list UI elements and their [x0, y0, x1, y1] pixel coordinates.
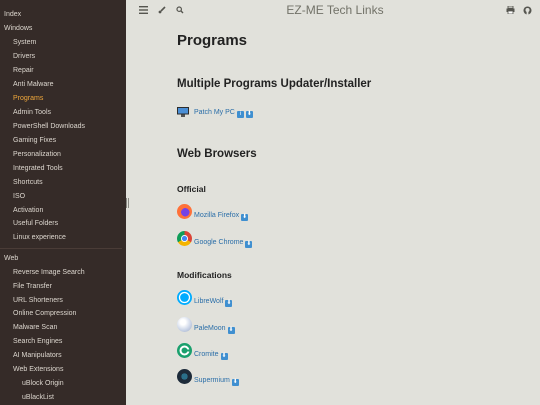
- sidebar-item-powershell-downloads[interactable]: PowerShell Downloads: [0, 121, 126, 133]
- sidebar-item-iso[interactable]: ISO: [0, 191, 126, 203]
- menu-icon[interactable]: [137, 4, 149, 16]
- sidebar: Index Windows System Drivers Repair Anti…: [0, 0, 126, 405]
- sidebar-item-integrated-tools[interactable]: Integrated Tools: [0, 163, 126, 175]
- sidebar-item-ai-manipulators[interactable]: AI Manipulators: [0, 350, 126, 362]
- sidebar-item-web[interactable]: Web: [0, 253, 126, 265]
- sidebar-divider: [0, 248, 122, 249]
- info-button[interactable]: i: [236, 111, 244, 118]
- sidebar-item-malware-scan[interactable]: Malware Scan: [0, 322, 126, 334]
- subheading-official: Official: [177, 184, 206, 194]
- sidebar-item-anti-malware[interactable]: Anti Malware: [0, 79, 126, 91]
- firefox-icon: [177, 204, 192, 219]
- sidebar-item-activation[interactable]: Activation: [0, 205, 126, 217]
- chrome-icon: [177, 231, 192, 246]
- download-button[interactable]: ⬇: [245, 111, 253, 118]
- sidebar-item-system[interactable]: System: [0, 37, 126, 49]
- section-heading-updater: Multiple Programs Updater/Installer: [177, 78, 372, 90]
- section-heading-web-browsers: Web Browsers: [177, 148, 257, 160]
- program-link[interactable]: Google Chrome ⬇: [194, 239, 253, 248]
- sidebar-item-ublacklist[interactable]: uBlackList: [0, 392, 126, 404]
- program-link[interactable]: PaleMoon ⬇: [194, 325, 235, 334]
- download-button[interactable]: ⬇: [220, 353, 228, 360]
- brush-icon[interactable]: [156, 4, 168, 16]
- page-title: Programs: [177, 32, 248, 49]
- librewolf-icon: [177, 290, 192, 305]
- program-link[interactable]: LibreWolf ⬇: [194, 298, 233, 307]
- sidebar-item-admin-tools[interactable]: Admin Tools: [0, 107, 126, 119]
- sidebar-item-search-engines[interactable]: Search Engines: [0, 336, 126, 348]
- sidebar-item-linux-experience[interactable]: Linux experience: [0, 232, 126, 244]
- print-icon[interactable]: [504, 4, 516, 16]
- sidebar-item-ublock-origin[interactable]: uBlock Origin: [0, 378, 126, 390]
- program-link[interactable]: Patch My PC i ⬇: [194, 109, 253, 118]
- sidebar-item-drivers[interactable]: Drivers: [0, 51, 126, 63]
- program-link[interactable]: Supermium ⬇: [194, 377, 239, 386]
- supermium-icon: [177, 369, 192, 384]
- download-button[interactable]: ⬇: [241, 214, 249, 221]
- search-icon[interactable]: [174, 4, 186, 16]
- subheading-modifications: Modifications: [177, 270, 232, 280]
- program-link[interactable]: Cromite ⬇: [194, 351, 228, 360]
- sidebar-item-shortcuts[interactable]: Shortcuts: [0, 177, 126, 189]
- sidebar-item-repair[interactable]: Repair: [0, 65, 126, 77]
- palemoon-icon: [177, 317, 192, 332]
- download-button[interactable]: ⬇: [245, 241, 253, 248]
- sidebar-item-url-shorteners[interactable]: URL Shorteners: [0, 295, 126, 307]
- sidebar-item-online-compression[interactable]: Online Compression: [0, 308, 126, 320]
- download-button[interactable]: ⬇: [225, 300, 233, 307]
- sidebar-item-windows[interactable]: Windows: [0, 23, 126, 35]
- sidebar-item-programs[interactable]: Programs: [0, 93, 126, 105]
- cromite-icon: [177, 343, 192, 358]
- sidebar-item-file-transfer[interactable]: File Transfer: [0, 281, 126, 293]
- top-bar: EZ-ME Tech Links: [130, 0, 540, 22]
- program-link[interactable]: Mozilla Firefox ⬇: [194, 212, 249, 221]
- sidebar-item-useful-folders[interactable]: Useful Folders: [0, 218, 126, 230]
- sidebar-item-reverse-image-search[interactable]: Reverse Image Search: [0, 267, 126, 279]
- sidebar-item-gaming-fixes[interactable]: Gaming Fixes: [0, 135, 126, 147]
- sidebar-item-personalization[interactable]: Personalization: [0, 149, 126, 161]
- patch-my-pc-icon: [177, 104, 189, 117]
- download-button[interactable]: ⬇: [231, 379, 239, 386]
- download-button[interactable]: ⬇: [227, 327, 235, 334]
- sidebar-resize-handle[interactable]: [126, 198, 129, 208]
- github-icon[interactable]: [521, 4, 533, 16]
- site-title: EZ-ME Tech Links: [286, 3, 384, 17]
- sidebar-item-web-extensions[interactable]: Web Extensions: [0, 364, 126, 376]
- sidebar-item-index[interactable]: Index: [0, 9, 126, 21]
